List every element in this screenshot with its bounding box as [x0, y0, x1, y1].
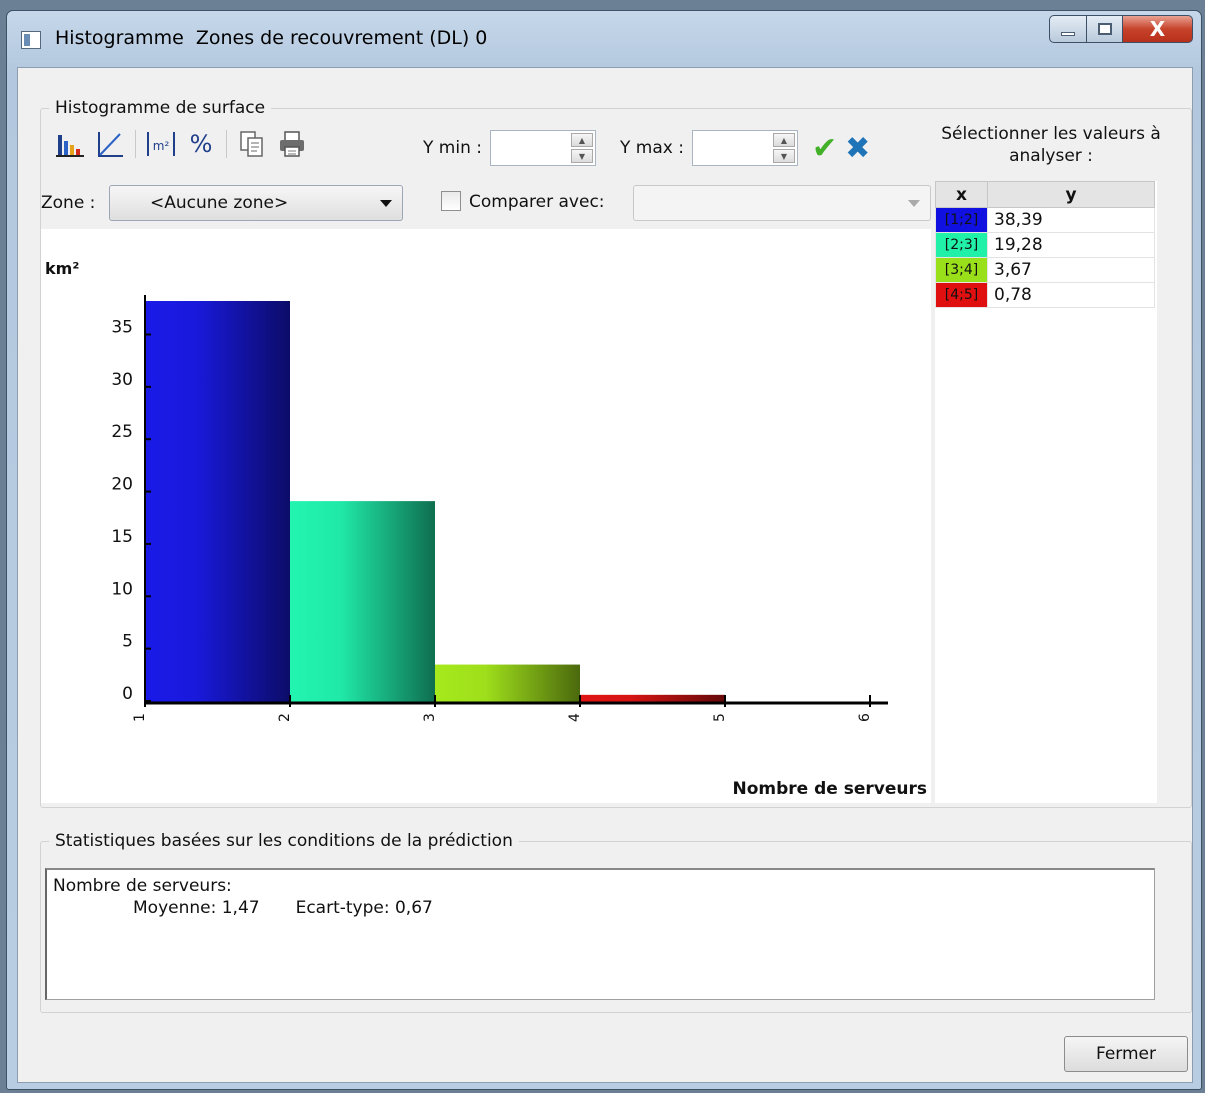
values-table-container: x y [1;2] 38,39 [2;3] 19,28 [3;4] 3,67 [4;5] 0,…	[935, 181, 1157, 803]
column-header-y[interactable]: y	[987, 181, 1155, 208]
maximize-button[interactable]	[1087, 15, 1123, 43]
close-button[interactable]: Fermer	[1064, 1036, 1188, 1072]
table-cell-y: 38,39	[987, 207, 1155, 233]
zone-label: Zone :	[41, 193, 96, 213]
cancel-x-icon[interactable]: ✖	[845, 131, 870, 166]
table-cell-x: [3;4]	[935, 257, 988, 283]
statistics-textbox[interactable]: Nombre de serveurs: Moyenne: 1,47 Ecart-…	[45, 868, 1155, 1000]
spin-up-icon[interactable]: ▲	[570, 133, 593, 147]
x-tick-label: 6	[857, 713, 873, 722]
column-header-x[interactable]: x	[935, 181, 988, 208]
print-icon[interactable]	[277, 129, 307, 159]
statistics-variable-name: Nombre de serveurs:	[53, 876, 232, 896]
values-table: x y [1;2] 38,39 [2;3] 19,28 [3;4] 3,67 [4;5] 0,…	[935, 181, 1155, 308]
zone-dropdown[interactable]: <Aucune zone>	[109, 185, 403, 221]
table-cell-y: 3,67	[987, 257, 1155, 283]
histogram-chart: 0 5 10 15 20 25 30 35 1 2 3 4 5 6	[111, 295, 888, 722]
y-tick-label: 10	[111, 579, 133, 599]
x-axis-title: Nombre de serveurs	[732, 779, 928, 799]
statistics-mean: Moyenne: 1,47	[133, 898, 260, 918]
zone-selected-value: <Aucune zone>	[150, 193, 289, 213]
histogram-group-title: Histogramme de surface	[49, 98, 272, 118]
window-title: Histogramme Zones de recouvrement (DL) 0	[55, 27, 488, 49]
area-unit-label: m²	[153, 139, 170, 153]
table-cell-x: [2;3]	[935, 232, 988, 258]
copy-icon[interactable]	[237, 129, 267, 159]
table-cell-x: [1;2]	[935, 207, 988, 233]
y-tick-label: 20	[111, 475, 133, 495]
y-tick-label: 0	[122, 684, 133, 704]
table-cell-y: 0,78	[987, 282, 1155, 308]
x-tick-label: 3	[422, 713, 438, 722]
x-tick-label: 4	[567, 713, 583, 722]
chevron-down-icon	[908, 199, 920, 207]
bar-chart-icon[interactable]	[55, 129, 85, 159]
compare-dropdown[interactable]	[633, 185, 931, 221]
title-bar[interactable]: Histogramme Zones de recouvrement (DL) 0…	[7, 11, 1201, 69]
window-app-icon	[21, 31, 41, 49]
statistics-values: Moyenne: 1,47 Ecart-type: 0,67	[133, 898, 1148, 918]
select-values-title: Sélectionner les valeurs à analyser :	[941, 124, 1161, 166]
statistics-group: Statistiques basées sur les conditions d…	[40, 831, 1192, 1013]
toolbar-separator	[135, 130, 136, 158]
window-controls: X	[1049, 15, 1193, 43]
y-tick-label: 35	[111, 317, 133, 337]
x-tick-label: 1	[132, 713, 148, 722]
y-range-controls: Y min : ▲ ▼ Y max : ▲ ▼ ✔ ✖	[411, 123, 933, 173]
close-window-button[interactable]: X	[1123, 15, 1193, 43]
y-tick-label: 15	[111, 527, 133, 547]
histogram-bar[interactable]	[145, 301, 290, 703]
table-row[interactable]: [4;5] 0,78	[935, 282, 1155, 308]
histogram-group: Histogramme de surface m² % Y min: ▲ ▼ …	[40, 98, 1192, 808]
x-tick-label: 2	[277, 713, 293, 722]
x-tick-label: 5	[712, 713, 728, 722]
histogram-plot-area: km² 0 5 10 15 20 25 30 35 1 2 3 4 5 6 Nombre de serve…	[41, 229, 931, 803]
ymax-spinbox[interactable]: ▲ ▼	[691, 130, 798, 166]
dialog-client-area: Histogramme de surface m² % Y min: ▲ ▼ …	[17, 67, 1193, 1083]
area-unit-icon[interactable]: m²	[146, 129, 176, 159]
statistics-group-title: Statistiques basées sur les conditions d…	[49, 831, 519, 851]
table-row[interactable]: [1;2] 38,39	[935, 207, 1155, 233]
y-tick-label: 30	[111, 370, 133, 390]
histogram-bar[interactable]	[435, 664, 580, 703]
spin-down-icon[interactable]: ▼	[570, 149, 593, 163]
ymax-label: Y max :	[619, 138, 684, 158]
minimize-icon	[1061, 32, 1075, 36]
close-icon: X	[1149, 17, 1166, 41]
compare-label: Comparer avec:	[469, 192, 605, 212]
toolbar-separator	[226, 130, 227, 158]
percent-icon[interactable]: %	[186, 129, 216, 159]
statistics-stddev: Ecart-type: 0,67	[295, 898, 433, 918]
y-tick-label: 5	[122, 632, 133, 652]
spin-up-icon[interactable]: ▲	[772, 133, 795, 147]
maximize-icon	[1097, 23, 1112, 35]
cumulative-curve-icon[interactable]	[95, 129, 125, 159]
chart-toolbar: m² %	[55, 127, 307, 161]
compare-checkbox[interactable]	[441, 191, 461, 211]
dialog-window: Histogramme Zones de recouvrement (DL) 0…	[6, 10, 1202, 1090]
chevron-down-icon	[380, 199, 392, 207]
table-row[interactable]: [3;4] 3,67	[935, 257, 1155, 283]
table-cell-y: 19,28	[987, 232, 1155, 258]
apply-checkmark-icon[interactable]: ✔	[812, 131, 837, 166]
table-row[interactable]: [2;3] 19,28	[935, 232, 1155, 258]
spin-down-icon[interactable]: ▼	[772, 149, 795, 163]
minimize-button[interactable]	[1049, 15, 1087, 43]
ymin-label: Y min :	[423, 138, 482, 158]
y-tick-label: 25	[111, 422, 133, 442]
table-cell-x: [4;5]	[935, 282, 988, 308]
ymin-spinbox[interactable]: ▲ ▼	[489, 130, 596, 166]
histogram-bar[interactable]	[290, 501, 435, 703]
